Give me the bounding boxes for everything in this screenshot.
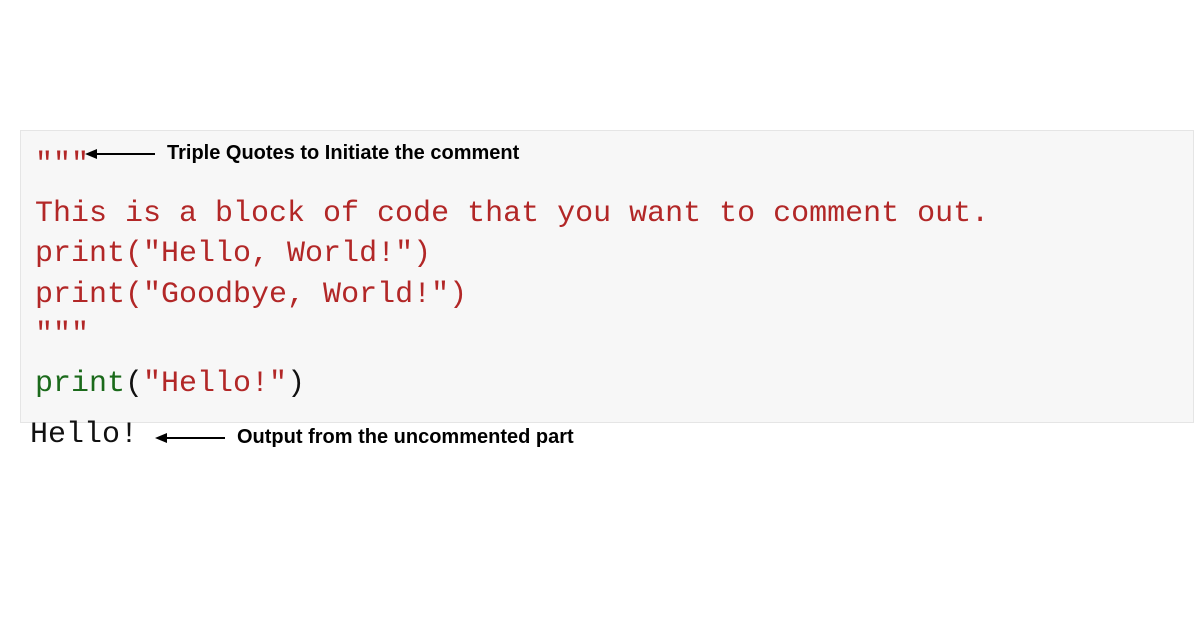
comment-line-3-open: (	[125, 278, 143, 312]
comment-line-2-close: )	[413, 237, 431, 271]
annotation-triple-quotes: Triple Quotes to Initiate the comment	[85, 142, 519, 165]
annotation-output: Output from the uncommented part	[155, 426, 574, 449]
arrow-left-icon	[155, 430, 225, 446]
code-line-2: print("Hello, World!")	[35, 234, 1179, 275]
triple-quote-open: """	[35, 148, 89, 182]
open-paren: (	[125, 367, 143, 401]
print-func: print	[35, 367, 125, 401]
annotation-output-text: Output from the uncommented part	[237, 426, 574, 449]
output-block: Hello!	[30, 418, 138, 452]
comment-line-3-close: )	[449, 278, 467, 312]
code-block: """ This is a block of code that you wan…	[20, 130, 1194, 423]
code-line-5: print("Hello!")	[35, 364, 1179, 405]
arrow-left-icon	[85, 146, 155, 162]
close-paren: )	[287, 367, 305, 401]
comment-line-3-func: print	[35, 278, 125, 312]
output-text: Hello!	[30, 418, 138, 452]
comment-line-2-open: (	[125, 237, 143, 271]
comment-line-3-str: "Goodbye, World!"	[143, 278, 449, 312]
comment-line-2-str: "Hello, World!"	[143, 237, 413, 271]
code-line-3: print("Goodbye, World!")	[35, 275, 1179, 316]
annotation-triple-quotes-text: Triple Quotes to Initiate the comment	[167, 142, 519, 165]
comment-line-1: This is a block of code that you want to…	[35, 197, 989, 231]
code-line-close-quotes: """	[35, 315, 1179, 356]
triple-quote-close: """	[35, 318, 89, 352]
code-line-1: This is a block of code that you want to…	[35, 194, 1179, 235]
comment-line-2-func: print	[35, 237, 125, 271]
print-string: "Hello!"	[143, 367, 287, 401]
